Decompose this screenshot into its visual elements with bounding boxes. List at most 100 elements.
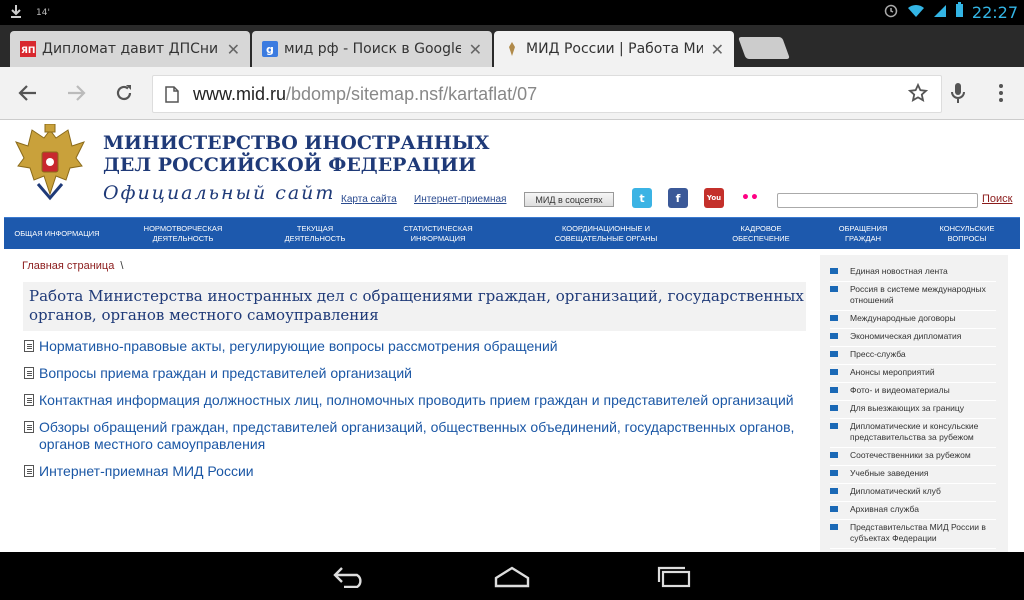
recents-icon bbox=[657, 566, 691, 588]
sidebar-item-label: Дипломатический клуб bbox=[850, 486, 941, 496]
system-home-button[interactable] bbox=[494, 564, 530, 592]
reload-button[interactable] bbox=[111, 80, 137, 106]
flickr-icon[interactable]: •• bbox=[740, 188, 760, 208]
sidebar-item[interactable]: Дипломатические и консульские представит… bbox=[830, 421, 996, 448]
folder-icon bbox=[830, 488, 838, 494]
bookmark-star-button[interactable] bbox=[905, 80, 931, 106]
document-icon bbox=[24, 367, 34, 379]
wifi-icon bbox=[907, 3, 925, 22]
system-recents-button[interactable] bbox=[656, 564, 692, 592]
sidebar-item[interactable]: Россия в системе международных отношений bbox=[830, 284, 996, 311]
sidebar-item-label: Единая новостная лента bbox=[850, 266, 948, 276]
close-icon[interactable]: ✕ bbox=[469, 40, 482, 59]
list-item[interactable]: Обзоры обращений граждан, представителей… bbox=[24, 419, 814, 453]
list-item-link[interactable]: Вопросы приема граждан и представителей … bbox=[39, 365, 412, 382]
sidebar-item[interactable]: Анонсы мероприятий bbox=[830, 367, 996, 383]
sidebar-item[interactable]: Дипломатический клуб bbox=[830, 486, 996, 502]
overflow-menu-icon bbox=[999, 84, 1003, 102]
folder-icon bbox=[830, 423, 838, 429]
youtube-icon[interactable]: You bbox=[704, 188, 724, 208]
folder-icon bbox=[830, 405, 838, 411]
nav-current[interactable]: Текущая деятельность bbox=[272, 218, 358, 250]
sidebar-item-label: Анонсы мероприятий bbox=[850, 367, 935, 377]
page-title: Работа Министерства иностранных дел с об… bbox=[29, 287, 804, 324]
voice-search-button[interactable] bbox=[945, 80, 971, 106]
breadcrumb-separator: \ bbox=[120, 260, 124, 272]
search-input[interactable] bbox=[777, 193, 978, 208]
list-item-link[interactable]: Контактная информация должностных лиц, п… bbox=[39, 392, 794, 409]
twitter-icon[interactable]: t bbox=[632, 188, 652, 208]
svg-text:g: g bbox=[266, 43, 274, 56]
list-item-link[interactable]: Интернет-приемная МИД России bbox=[39, 463, 254, 480]
site-header: МИНИСТЕРСТВО ИНОСТРАННЫХ ДЕЛ РОССИЙСКОЙ … bbox=[0, 120, 1024, 216]
document-icon bbox=[24, 340, 34, 352]
sidebar-item[interactable]: Единая новостная лента bbox=[830, 266, 996, 282]
sidebar-item-label: Пресс-служба bbox=[850, 349, 906, 359]
list-item-link[interactable]: Обзоры обращений граждан, представителей… bbox=[39, 419, 814, 453]
web-page: МИНИСТЕРСТВО ИНОСТРАННЫХ ДЕЛ РОССИЙСКОЙ … bbox=[0, 120, 1024, 552]
nav-personnel[interactable]: Кадровое обеспечение bbox=[726, 218, 796, 250]
reload-icon bbox=[116, 85, 132, 101]
social-networks-label: МИД в соцсетях bbox=[535, 194, 603, 205]
sidebar-item[interactable]: Архивная служба bbox=[830, 504, 996, 520]
nav-citizens-appeals[interactable]: Обращения граждан bbox=[828, 218, 898, 250]
url-bar[interactable]: www.mid.ru/bdomp/sitemap.nsf/kartaflat/0… bbox=[152, 75, 942, 113]
folder-icon bbox=[830, 470, 838, 476]
close-icon[interactable]: ✕ bbox=[227, 40, 240, 59]
sidebar-item[interactable]: Соотечественники за рубежом bbox=[830, 450, 996, 466]
folder-icon bbox=[830, 452, 838, 458]
sidebar-item-label: Дипломатические и консульские представит… bbox=[850, 421, 979, 442]
tab-1[interactable]: ЯП Дипломат давит ДПСников ✕ bbox=[10, 31, 250, 67]
folder-icon bbox=[830, 351, 838, 357]
list-item[interactable]: Контактная информация должностных лиц, п… bbox=[24, 392, 814, 409]
breadcrumb: Главная страница \ bbox=[22, 260, 123, 272]
nav-coordination[interactable]: Координационные и совещательные органы bbox=[540, 218, 672, 250]
sidebar-item[interactable]: Экономическая дипломатия bbox=[830, 331, 996, 347]
status-left: 14' bbox=[10, 4, 50, 21]
back-button[interactable] bbox=[15, 80, 41, 106]
document-icon bbox=[24, 421, 34, 433]
tab-3[interactable]: МИД России | Работа Мини ✕ bbox=[494, 31, 734, 67]
facebook-icon[interactable]: f bbox=[668, 188, 688, 208]
status-number: 14' bbox=[36, 7, 50, 18]
nav-normative[interactable]: Нормотворческая деятельность bbox=[124, 218, 242, 250]
tab-3-label: МИД России | Работа Мини bbox=[526, 41, 703, 57]
list-item[interactable]: Вопросы приема граждан и представителей … bbox=[24, 365, 814, 382]
sidebar-item[interactable]: Учебные заведения bbox=[830, 468, 996, 484]
sidebar-item[interactable]: Представительства МИД России в субъектах… bbox=[830, 522, 996, 549]
search-button[interactable]: Поиск bbox=[982, 193, 1012, 205]
system-back-button[interactable] bbox=[332, 564, 368, 592]
nav-consular[interactable]: Консульские вопросы bbox=[930, 218, 1004, 250]
menu-button[interactable] bbox=[988, 80, 1014, 106]
url-path: /bdomp/sitemap.nsf/kartaflat/07 bbox=[286, 83, 538, 104]
forward-button[interactable] bbox=[63, 80, 89, 106]
flickr-label: •• bbox=[741, 190, 759, 206]
folder-icon bbox=[830, 333, 838, 339]
sidebar-item-label: Представительства МИД России в субъектах… bbox=[850, 522, 986, 543]
yap-icon: ЯП bbox=[20, 41, 36, 57]
back-arrow-icon bbox=[18, 85, 36, 101]
social-networks-button[interactable]: МИД в соцсетях bbox=[524, 192, 614, 207]
sidebar-item[interactable]: Фото- и видеоматериалы bbox=[830, 385, 996, 401]
list-item[interactable]: Интернет-приемная МИД России bbox=[24, 463, 814, 480]
folder-icon bbox=[830, 286, 838, 292]
sidebar-item[interactable]: Международные договоры bbox=[830, 313, 996, 329]
sitemap-link[interactable]: Карта сайта bbox=[341, 194, 397, 205]
new-tab-button[interactable] bbox=[737, 37, 791, 59]
nav-general-info[interactable]: Общая информация bbox=[8, 218, 106, 250]
nav-statistics[interactable]: Статистическая информация bbox=[390, 218, 486, 250]
ministry-title: МИНИСТЕРСТВО ИНОСТРАННЫХ ДЕЛ РОССИЙСКОЙ … bbox=[103, 132, 490, 176]
sidebar-item[interactable]: Для выезжающих за границу bbox=[830, 403, 996, 419]
list-item-link[interactable]: Нормативно-правовые акты, регулирующие в… bbox=[39, 338, 558, 355]
list-item[interactable]: Нормативно-правовые акты, регулирующие в… bbox=[24, 338, 814, 355]
close-icon[interactable]: ✕ bbox=[711, 40, 724, 59]
folder-icon bbox=[830, 506, 838, 512]
tab-1-label: Дипломат давит ДПСников bbox=[42, 41, 219, 57]
reception-link[interactable]: Интернет-приемная bbox=[414, 194, 506, 205]
folder-icon bbox=[830, 387, 838, 393]
sidebar-item[interactable]: Пресс-служба bbox=[830, 349, 996, 365]
tab-2[interactable]: g мид рф - Поиск в Google ✕ bbox=[252, 31, 492, 67]
facebook-label: f bbox=[675, 191, 681, 205]
sidebar-item-label: Россия в системе международных отношений bbox=[850, 284, 986, 305]
breadcrumb-home[interactable]: Главная страница bbox=[22, 260, 114, 272]
